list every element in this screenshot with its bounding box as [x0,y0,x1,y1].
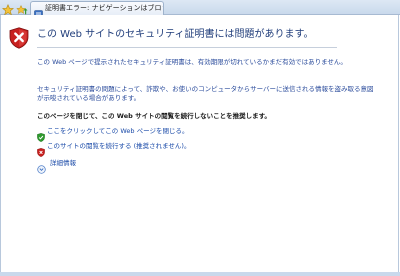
certificate-expired-message: この Web ページで提示されたセキュリティ証明書は、有効期限が切れているかまだ… [37,58,347,66]
window-bottom-edge [0,272,400,276]
tab-certificate-error[interactable]: 証明書エラー: ナビゲーションはブロックされ... [30,1,164,19]
title-divider [37,47,337,48]
recommendation-text: このページを閉じて、この Web サイトの閲覧を続行しないことを推奨します。 [37,112,271,120]
add-favorites-icon[interactable] [16,1,28,15]
green-shield-icon [37,127,45,142]
close-page-link[interactable]: ここをクリックしてこの Web ページを閉じる。 [47,127,188,136]
more-info-link[interactable]: 詳細情報 [50,159,76,168]
security-warning-message: セキュリティ証明書の問題によって、詐欺や、お使いのコンピュータからサーバーに送信… [37,85,374,102]
more-info-toggle[interactable]: 詳細情報 [37,159,337,174]
continue-site-link[interactable]: このサイトの閲覧を続行する (推奨されません)。 [47,142,190,151]
favorites-star-icon[interactable] [2,1,14,16]
page-title: この Web サイトのセキュリティ証明書には問題があります。 [37,29,314,40]
close-page-option[interactable]: ここをクリックしてこの Web ページを閉じる。 [37,127,337,142]
browser-tab-bar: 証明書エラー: ナビゲーションはブロックされ... [0,0,400,19]
certificate-error-icon [34,4,43,19]
tab-title: 証明書エラー: ナビゲーションはブロックされ... [45,4,163,12]
continue-site-option[interactable]: このサイトの閲覧を続行する (推奨されません)。 [37,142,337,157]
red-shield-icon [37,142,45,157]
expand-circle-icon [37,159,46,174]
error-shield-icon [9,27,29,49]
